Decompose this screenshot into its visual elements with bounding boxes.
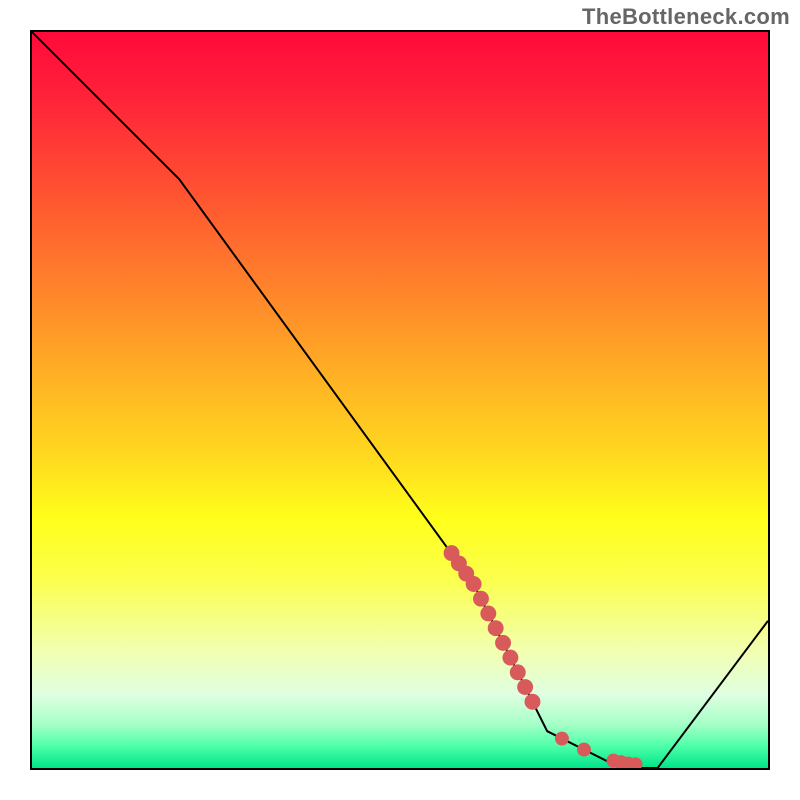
marker-dot [517, 679, 533, 695]
marker-dot [577, 743, 591, 757]
curve-line [32, 32, 768, 768]
chart-container: TheBottleneck.com [0, 0, 800, 800]
marker-dot [495, 635, 511, 651]
marker-dot [525, 694, 541, 710]
marker-dot [510, 664, 526, 680]
marker-dot [502, 650, 518, 666]
marker-dot [555, 732, 569, 746]
plot-area [30, 30, 770, 770]
chart-overlay [32, 32, 768, 768]
marker-dot [480, 605, 496, 621]
marker-dot [473, 591, 489, 607]
marker-dot [488, 620, 504, 636]
watermark-text: TheBottleneck.com [582, 4, 790, 30]
marker-dot [466, 576, 482, 592]
marker-dots [444, 545, 643, 768]
